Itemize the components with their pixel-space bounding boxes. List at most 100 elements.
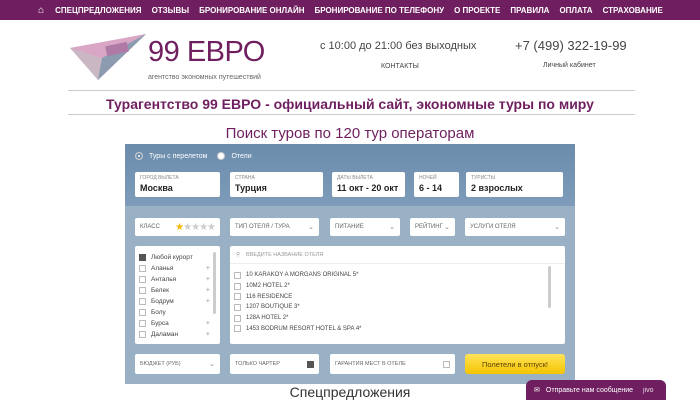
departure-city-field[interactable]: ГОРОД ВЫЛЕТА Москва: [135, 172, 220, 197]
list-item[interactable]: Аланья +: [135, 263, 220, 274]
list-item[interactable]: Белек +: [135, 285, 220, 296]
list-item[interactable]: Бурса +: [135, 318, 220, 329]
food-select[interactable]: ПИТАНИЕ ⌄: [330, 218, 400, 236]
tour-search-widget: Туры с перелетом Отели ГОРОД ВЫЛЕТА Моск…: [125, 144, 575, 384]
phone-number[interactable]: +7 (499) 322-19-99: [515, 38, 627, 53]
budget-select[interactable]: БЮДЖЕТ (РУБ) ⌄: [135, 354, 220, 374]
country-field[interactable]: СТРАНА Турция: [230, 172, 323, 197]
list-item[interactable]: 10 KARAKOY A MORGANS ORIGINAL 5*: [230, 270, 565, 281]
chevron-down-icon: ⌄: [554, 224, 560, 231]
resort-label: Болу: [151, 309, 166, 316]
plus-icon[interactable]: +: [206, 331, 210, 338]
toggle-label: ТОЛЬКО ЧАРТЕР: [235, 361, 280, 367]
hotel-label: 10M2 HOTEL 2*: [246, 283, 290, 290]
plus-icon[interactable]: +: [206, 276, 210, 283]
nav-reviews[interactable]: ОТЗЫВЫ: [147, 6, 195, 15]
checkbox[interactable]: [139, 287, 146, 294]
tourists-field[interactable]: ТУРИСТЫ 2 взрослых: [466, 172, 563, 197]
list-item[interactable]: 1453 BODRUM RESORT HOTEL & SPA 4*: [230, 323, 565, 334]
nav-insurance[interactable]: СТРАХОВАНИЕ: [598, 6, 668, 15]
field-label: НОЧЕЙ: [419, 175, 437, 181]
nav-specials[interactable]: СПЕЦПРЕДЛОЖЕНИЯ: [50, 6, 146, 15]
hotel-type-select[interactable]: ТИП ОТЕЛЯ / ТУРА ⌄: [230, 218, 319, 236]
nav-booking-online[interactable]: БРОНИРОВАНИЕ ОНЛАЙН: [194, 6, 309, 15]
checkbox[interactable]: [234, 303, 241, 311]
chat-label: Отправьте нам сообщение: [545, 386, 634, 394]
field-label: СТРАНА: [235, 175, 255, 181]
plus-icon[interactable]: +: [206, 298, 210, 305]
contacts-link[interactable]: КОНТАКТЫ: [381, 63, 419, 70]
toggle-label: ГАРАНТИЯ МЕСТ В ОТЕЛЕ: [335, 361, 406, 367]
hotel-items: 10 KARAKOY A MORGANS ORIGINAL 5* 10M2 HO…: [230, 264, 565, 334]
nav-rules[interactable]: ПРАВИЛА: [505, 6, 554, 15]
list-item[interactable]: Бодрум +: [135, 296, 220, 307]
select-label: РЕЙТИНГ: [415, 224, 443, 230]
class-filter[interactable]: КЛАСС ★★★★★: [135, 218, 220, 236]
checkbox[interactable]: [234, 314, 241, 322]
hotel-search-input[interactable]: ⚲ ВВЕДИТЕ НАЗВАНИЕ ОТЕЛЯ: [230, 246, 565, 264]
scrollbar[interactable]: [548, 266, 551, 308]
chat-widget[interactable]: ✉ Отправьте нам сообщение jivo: [526, 380, 666, 400]
select-label: БЮДЖЕТ (РУБ): [140, 361, 181, 367]
divider: [68, 90, 635, 91]
dates-field[interactable]: ДАТЫ ВЫЛЕТА 11 окт - 20 окт: [332, 172, 405, 197]
plus-icon[interactable]: +: [206, 320, 210, 327]
resort-label: Даламан: [151, 331, 179, 338]
class-filter-label: КЛАСС: [140, 224, 160, 230]
list-item[interactable]: Болу: [135, 307, 220, 318]
checkbox[interactable]: [139, 320, 146, 327]
checkbox[interactable]: [139, 298, 146, 305]
radio-hotels[interactable]: [217, 152, 226, 160]
checkbox[interactable]: [234, 282, 241, 290]
checkbox[interactable]: [234, 293, 241, 301]
field-value: 2 взрослых: [471, 183, 523, 193]
nav-about[interactable]: О ПРОЕКТЕ: [449, 6, 505, 15]
logo-subtitle: агентство экономных путешествий: [148, 74, 261, 81]
hotel-search-placeholder: ВВЕДИТЕ НАЗВАНИЕ ОТЕЛЯ: [246, 251, 324, 258]
list-item[interactable]: 128A HOTEL 2*: [230, 313, 565, 324]
radio-hotels-label[interactable]: Отели: [231, 153, 251, 160]
field-value: Москва: [140, 183, 173, 193]
radio-flight-label[interactable]: Туры с перелетом: [149, 153, 207, 160]
chevron-down-icon: ⌄: [389, 224, 395, 231]
select-label: ПИТАНИЕ: [335, 224, 364, 230]
nav-booking-phone[interactable]: БРОНИРОВАНИЕ ПО ТЕЛЕФОНУ: [309, 6, 449, 15]
checkbox[interactable]: [139, 265, 146, 272]
radio-flight[interactable]: [135, 152, 143, 160]
charter-only-toggle[interactable]: ТОЛЬКО ЧАРТЕР: [230, 354, 319, 374]
scrollbar[interactable]: [213, 252, 216, 314]
checkbox[interactable]: [139, 331, 146, 338]
home-icon[interactable]: ⌂: [32, 5, 50, 16]
list-item[interactable]: 1207 BOUTIQUE 3*: [230, 302, 565, 313]
checkbox[interactable]: [139, 309, 146, 316]
hotel-label: 1207 BOUTIQUE 3*: [246, 304, 300, 311]
plus-icon[interactable]: +: [206, 287, 210, 294]
checkbox[interactable]: [234, 271, 241, 279]
list-item[interactable]: 10M2 HOTEL 2*: [230, 281, 565, 292]
field-label: ТУРИСТЫ: [471, 175, 496, 181]
resort-label: Анталья: [151, 276, 177, 283]
logo[interactable]: 99 ЕВРО агентство экономных путешествий: [68, 30, 268, 85]
personal-cabinet-link[interactable]: Личный кабинет: [543, 62, 596, 69]
list-item[interactable]: Анталья +: [135, 274, 220, 285]
checkbox[interactable]: [443, 360, 450, 368]
list-item[interactable]: 116 RESIDENCE: [230, 291, 565, 302]
nights-field[interactable]: НОЧЕЙ 6 - 14: [414, 172, 459, 197]
working-hours: с 10:00 до 21:00 без выходных: [320, 40, 477, 52]
list-item[interactable]: Даламан +: [135, 329, 220, 340]
star-rating-icon[interactable]: ★★★★★: [175, 222, 216, 233]
field-value: 11 окт - 20 окт: [337, 183, 399, 193]
hotel-label: 10 KARAKOY A MORGANS ORIGINAL 5*: [246, 272, 359, 279]
checkbox[interactable]: [139, 276, 146, 283]
checkbox[interactable]: [307, 360, 314, 368]
list-item[interactable]: Любой курорт: [135, 252, 220, 263]
plus-icon[interactable]: +: [206, 265, 210, 272]
services-select[interactable]: УСЛУГИ ОТЕЛЯ ⌄: [465, 218, 565, 236]
nav-payment[interactable]: ОПЛАТА: [554, 6, 597, 15]
checkbox[interactable]: [139, 254, 146, 261]
checkbox[interactable]: [234, 325, 241, 333]
hotel-label: 116 RESIDENCE: [246, 293, 293, 300]
rating-select[interactable]: РЕЙТИНГ ⌄: [410, 218, 455, 236]
hotel-guarantee-toggle[interactable]: ГАРАНТИЯ МЕСТ В ОТЕЛЕ: [330, 354, 455, 374]
search-tours-button[interactable]: Полетели в отпуск!: [465, 354, 565, 374]
